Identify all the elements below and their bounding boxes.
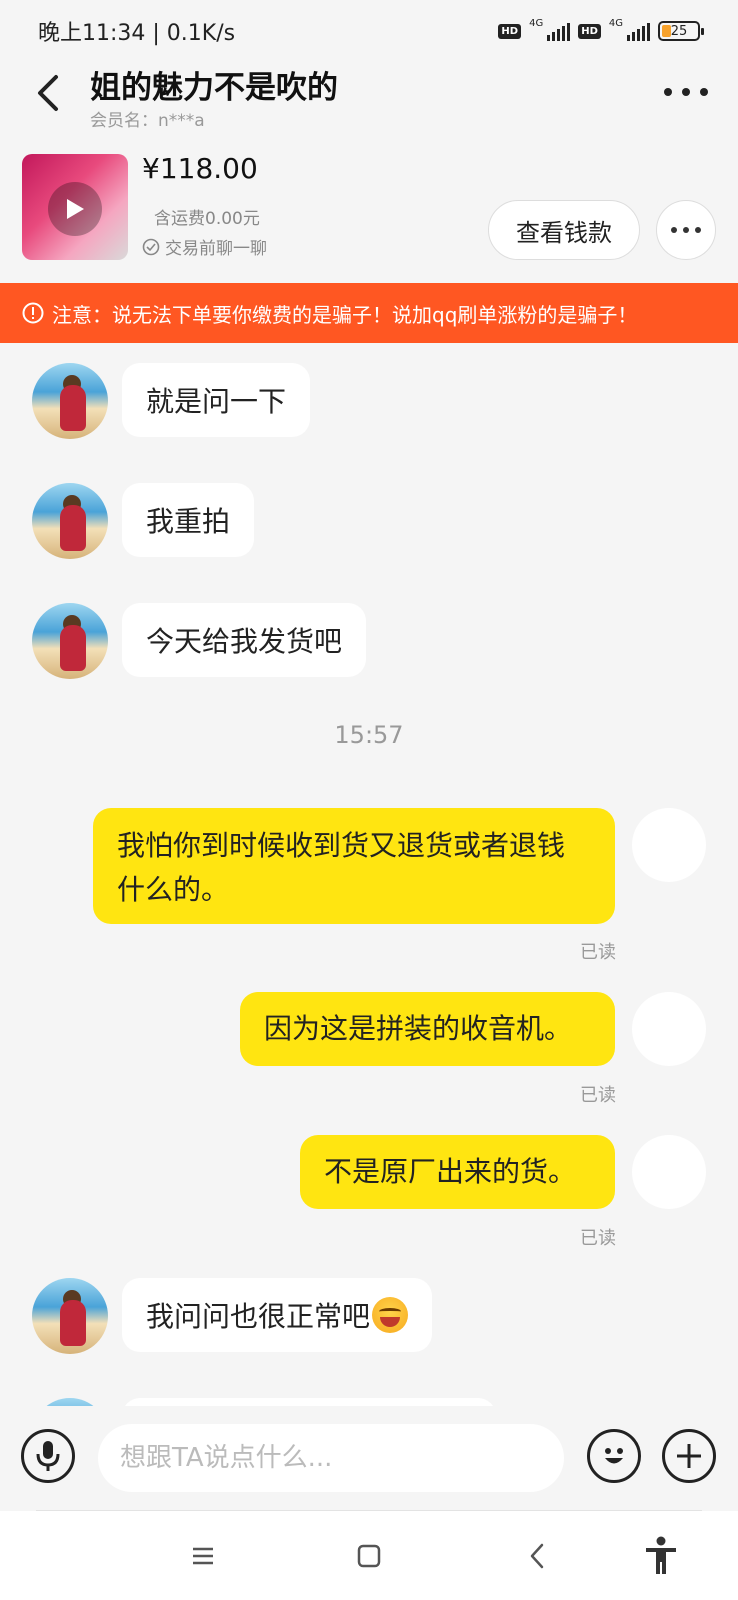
message-bubble-incoming[interactable]: 今天给我发货吧: [122, 603, 367, 677]
voice-button[interactable]: [21, 1429, 75, 1483]
member-name: 会员名：n***a: [90, 111, 205, 131]
view-money-button[interactable]: 查看钱款: [488, 200, 640, 260]
message-bubble-outgoing[interactable]: 因为这是拼装的收音机。: [240, 992, 615, 1066]
more-options-button[interactable]: [664, 78, 708, 106]
fraud-warning-banner: 注意：说无法下单要你缴费的是骗子！说加qq刷单涨粉的是骗子！: [0, 283, 738, 343]
chevron-left-icon: [38, 75, 58, 111]
chat-before-label: 交易前聊一聊: [165, 239, 267, 259]
dot-icon: [700, 88, 708, 96]
product-card: ¥118.00 含运费0.00元 交易前聊一聊 查看钱款: [0, 146, 738, 266]
message-timestamp: 15:57: [334, 721, 404, 749]
menu-icon: [193, 1547, 213, 1565]
my-avatar[interactable]: [632, 1135, 706, 1209]
product-more-button[interactable]: [656, 200, 716, 260]
chat-before-trade: 交易前聊一聊: [142, 234, 267, 259]
battery-fill: [662, 25, 671, 37]
read-status: 已读: [580, 1228, 616, 1249]
message-text: 我问问也很正常吧: [146, 1300, 371, 1333]
alert-circle-icon: [22, 302, 44, 324]
status-icons: HD 4G HD 4G 25: [498, 17, 704, 41]
nav-home-button[interactable]: [346, 1533, 392, 1579]
dot-icon: [671, 227, 677, 233]
network-type: 4G: [529, 17, 544, 29]
nav-menu-button[interactable]: [180, 1533, 226, 1579]
status-time: 晚上11:34 | 0.1K/s: [38, 21, 236, 46]
laughing-squint-emoji-icon: [372, 1297, 409, 1333]
read-status: 已读: [580, 1085, 616, 1106]
avatar[interactable]: [32, 1398, 108, 1406]
signal-icon: [627, 21, 650, 41]
avatar[interactable]: [32, 363, 108, 439]
message-bubble-incoming[interactable]: 我重拍: [122, 483, 255, 557]
plus-icon: [677, 1444, 701, 1468]
check-circle-icon: [142, 238, 160, 255]
product-thumbnail[interactable]: [22, 154, 128, 260]
message-bubble-outgoing[interactable]: 我怕你到时候收到货又退货或者退钱什么的。: [93, 808, 615, 924]
my-avatar[interactable]: [632, 808, 706, 882]
message-bubble-outgoing[interactable]: 不是原厂出来的货。: [300, 1135, 615, 1209]
play-icon: [48, 182, 102, 236]
network-type: 4G: [608, 17, 623, 29]
avatar[interactable]: [32, 1278, 108, 1354]
microphone-icon: [36, 1441, 60, 1471]
input-bar: [0, 1406, 738, 1510]
accessibility-icon: [646, 1536, 676, 1574]
dot-icon: [664, 88, 672, 96]
battery-level: 25: [670, 23, 688, 39]
nav-back-button[interactable]: [514, 1533, 560, 1579]
accessibility-button[interactable]: [638, 1533, 684, 1579]
my-avatar[interactable]: [632, 992, 706, 1066]
back-button[interactable]: [28, 68, 68, 118]
add-button[interactable]: [662, 1429, 716, 1483]
dot-icon: [695, 227, 701, 233]
hd-badge: HD: [578, 23, 601, 39]
avatar[interactable]: [32, 483, 108, 559]
shipping-fee: 含运费0.00元: [154, 209, 260, 229]
product-price: ¥118.00: [142, 152, 258, 185]
hd-badge: HD: [498, 23, 522, 39]
page-title: 姐的魅力不是吹的: [90, 70, 338, 106]
system-nav-bar: [0, 1511, 738, 1600]
dot-icon: [683, 227, 689, 233]
chevron-left-icon: [530, 1543, 544, 1569]
read-status: 已读: [580, 942, 616, 963]
message-bubble-incoming[interactable]: 就是问一下: [122, 363, 311, 437]
signal-icon: [547, 21, 571, 41]
emoji-button[interactable]: [587, 1429, 641, 1483]
avatar[interactable]: [32, 603, 108, 679]
message-bubble-incoming[interactable]: [122, 1398, 496, 1406]
dot-icon: [682, 88, 690, 96]
warning-text: 注意：说无法下单要你缴费的是骗子！说加qq刷单涨粉的是骗子！: [52, 302, 638, 327]
smiley-icon: [605, 1448, 623, 1464]
battery-icon: 25: [658, 21, 704, 41]
square-icon: [357, 1544, 381, 1568]
chat-header: 姐的魅力不是吹的 会员名：n***a: [0, 62, 738, 132]
status-bar: 晚上11:34 | 0.1K/s HD 4G HD 4G 25: [0, 0, 738, 62]
message-input[interactable]: [98, 1424, 564, 1492]
message-bubble-incoming[interactable]: 我问问也很正常吧: [122, 1278, 433, 1352]
chat-messages[interactable]: 就是问一下 我重拍 今天给我发货吧 15:57 我怕你到时候收到货又退货或者退钱…: [0, 343, 738, 1406]
